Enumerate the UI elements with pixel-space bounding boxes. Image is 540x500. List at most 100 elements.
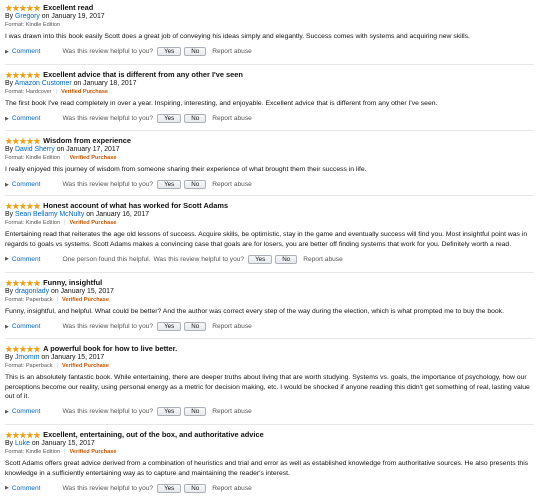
author-link[interactable]: Sean Bellamy McNulty — [15, 211, 84, 218]
star-icon: ★ — [12, 429, 20, 440]
review-divider — [5, 338, 534, 339]
review-date: on January 15, 2017 — [41, 354, 105, 361]
helpful-question: Was this review helpful to you? — [62, 48, 154, 56]
star-rating[interactable]: ★ ★ ★ ★ ★ — [5, 343, 41, 354]
star-icon: ★ — [12, 2, 20, 13]
report-abuse-link[interactable]: Report abuse — [212, 485, 252, 492]
no-button[interactable]: No — [184, 483, 207, 493]
comment-label: Comment — [11, 115, 41, 123]
yes-button[interactable]: Yes — [157, 47, 182, 57]
comment-link[interactable]: ▶ Comment — [5, 485, 40, 492]
no-button[interactable]: No — [184, 322, 207, 332]
author-link[interactable]: dragonlady — [15, 288, 49, 295]
comment-link[interactable]: ▶ Comment — [5, 48, 40, 55]
format-label: Format: Hardcover — [5, 89, 52, 95]
report-abuse-link[interactable]: Report abuse — [212, 115, 252, 122]
author-link[interactable]: Amazon Customer — [15, 80, 72, 87]
star-icon: ★ — [12, 69, 20, 80]
review-title[interactable]: Honest account of what has worked for Sc… — [43, 201, 228, 210]
verified-purchase-badge: Verified Purchase — [61, 89, 109, 95]
star-rating[interactable]: ★ ★ ★ ★ ★ — [5, 429, 41, 440]
comment-link[interactable]: ▶ Comment — [5, 181, 40, 188]
author-link[interactable]: Gregory — [15, 13, 40, 20]
yes-button[interactable]: Yes — [248, 254, 273, 264]
review-item: ★ ★ ★ ★ ★ Honest account of what has worked f… — [5, 201, 534, 264]
no-button[interactable]: No — [184, 407, 207, 417]
comment-label: Comment — [11, 48, 41, 56]
report-abuse-link[interactable]: Report abuse — [303, 256, 343, 263]
review-byline: By David Sherry on January 17, 2017 — [5, 145, 534, 154]
no-button[interactable]: No — [184, 47, 207, 57]
review-meta: Format: Kindle Edition | Verified Purchase — [5, 448, 534, 456]
review-byline: By Sean Bellamy McNulty on January 16, 2… — [5, 210, 534, 219]
review-title[interactable]: Excellent, entertaining, out of the box,… — [43, 430, 264, 439]
report-abuse-link[interactable]: Report abuse — [212, 48, 252, 55]
author-link[interactable]: Jmomm — [15, 354, 40, 361]
star-icon: ★ — [33, 200, 41, 211]
helpful-question: Was this review helpful to you? — [153, 255, 245, 263]
review-divider — [5, 64, 534, 65]
review-divider — [5, 424, 534, 425]
star-icon: ★ — [12, 343, 20, 354]
review-actions: ▶ Comment Was this review helpful to you? Y… — [5, 114, 534, 124]
triangle-right-icon: ▶ — [5, 115, 9, 122]
star-icon: ★ — [33, 135, 41, 146]
meta-separator: | — [64, 155, 66, 161]
yes-button[interactable]: Yes — [157, 483, 182, 493]
report-abuse-link[interactable]: Report abuse — [212, 181, 252, 188]
comment-link[interactable]: ▶ Comment — [5, 115, 40, 122]
review-actions: ▶ Comment Was this review helpful to you? Y… — [5, 407, 534, 417]
review-divider — [5, 130, 534, 131]
format-label: Format: Kindle Edition — [5, 220, 61, 226]
star-icon: ★ — [12, 200, 20, 211]
meta-separator: | — [56, 297, 59, 303]
author-link[interactable]: David Sherry — [15, 146, 55, 153]
helpful-question: Was this review helpful to you? — [62, 181, 154, 189]
yes-button[interactable]: Yes — [157, 407, 182, 417]
no-button[interactable]: No — [275, 254, 298, 264]
triangle-right-icon: ▶ — [5, 256, 9, 263]
no-button[interactable]: No — [184, 180, 207, 190]
meta-separator: | — [56, 363, 59, 369]
review-title[interactable]: Wisdom from experience — [43, 136, 131, 145]
review-title[interactable]: A powerful book for how to live better. — [43, 344, 177, 353]
review-title[interactable]: Funny, insightful — [43, 278, 102, 287]
verified-purchase-badge: Verified Purchase — [69, 220, 117, 226]
yes-button[interactable]: Yes — [157, 114, 182, 124]
review-date: on January 19, 2017 — [41, 13, 105, 20]
star-rating[interactable]: ★ ★ ★ ★ ★ — [5, 278, 41, 287]
verified-purchase-badge: Verified Purchase — [69, 155, 117, 161]
yes-button[interactable]: Yes — [157, 322, 182, 332]
comment-link[interactable]: ▶ Comment — [5, 408, 40, 415]
by-label: By — [5, 354, 14, 361]
no-button[interactable]: No — [184, 114, 207, 124]
comment-link[interactable]: ▶ Comment — [5, 256, 40, 263]
star-icon: ★ — [5, 69, 13, 80]
meta-separator: | — [64, 449, 66, 455]
by-label: By — [5, 440, 14, 447]
star-icon: ★ — [33, 69, 41, 80]
star-rating[interactable]: ★ ★ ★ ★ ★ — [5, 135, 41, 146]
helpful-question: Was this review helpful to you? — [62, 484, 154, 492]
review-meta: Format: Paperback | Verified Purchase — [5, 362, 534, 370]
verified-purchase-badge: Verified Purchase — [62, 297, 109, 303]
review-byline: By Luke on January 15, 2017 — [5, 439, 534, 448]
review-actions: ▶ Comment One person found this helpful. Wa… — [5, 254, 534, 264]
star-rating[interactable]: ★ ★ ★ ★ ★ — [5, 69, 41, 80]
review-byline: By dragonlady on January 15, 2017 — [5, 287, 534, 296]
report-abuse-link[interactable]: Report abuse — [212, 408, 252, 415]
star-icon: ★ — [5, 135, 13, 146]
author-link[interactable]: Luke — [15, 440, 30, 447]
star-rating[interactable]: ★ ★ ★ ★ ★ — [5, 200, 41, 211]
report-abuse-link[interactable]: Report abuse — [212, 323, 252, 330]
review-meta: Format: Hardcover | Verified Purchase — [5, 88, 534, 96]
yes-button[interactable]: Yes — [157, 180, 182, 190]
comment-label: Comment — [11, 323, 41, 331]
star-rating[interactable]: ★ ★ ★ ★ ★ — [5, 2, 41, 13]
by-label: By — [5, 13, 14, 20]
comment-label: Comment — [11, 181, 41, 189]
comment-link[interactable]: ▶ Comment — [5, 323, 40, 330]
review-body: The first book I've read completely in o… — [5, 100, 438, 107]
review-title[interactable]: Excellent advice that is different from … — [43, 70, 243, 79]
review-title[interactable]: Excellent read — [43, 3, 93, 12]
